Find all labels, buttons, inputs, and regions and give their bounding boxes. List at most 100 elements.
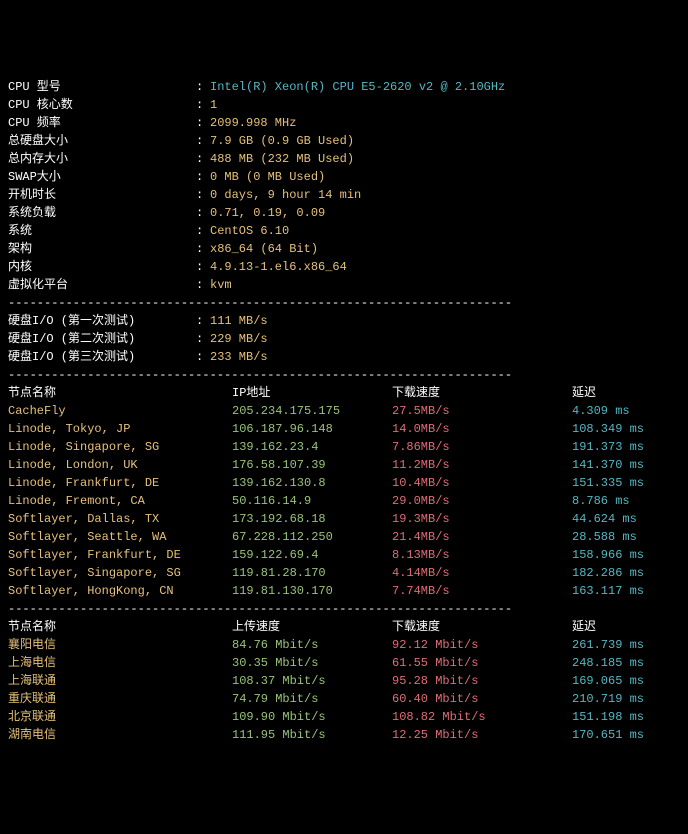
cn-latency: 170.651 ms [572,726,644,744]
spec-value: 4.9.13-1.el6.x86_64 [210,258,347,276]
terminal-row: 北京联通109.90 Mbit/s108.82 Mbit/s151.198 ms [8,708,680,726]
colon: : [196,168,210,186]
spec-label: 总内存大小 [8,150,196,168]
net-ip: 50.116.14.9 [232,492,392,510]
net-ip: 139.162.130.8 [232,474,392,492]
net-download: 27.5MB/s [392,402,572,420]
net-ip: 176.58.107.39 [232,456,392,474]
net-latency: 158.966 ms [572,546,644,564]
net-download: 29.0MB/s [392,492,572,510]
terminal-output: CPU 型号: Intel(R) Xeon(R) CPU E5-2620 v2 … [8,78,680,744]
terminal-row: 系统负载: 0.71, 0.19, 0.09 [8,204,680,222]
spec-value: Intel(R) Xeon(R) CPU E5-2620 v2 @ 2.10GH… [210,78,505,96]
colon: : [196,240,210,258]
terminal-row: 内核: 4.9.13-1.el6.x86_64 [8,258,680,276]
cn-download: 60.40 Mbit/s [392,690,572,708]
spec-value: 488 MB (232 MB Used) [210,150,354,168]
spec-value: 2099.998 MHz [210,114,296,132]
net-download: 10.4MB/s [392,474,572,492]
spec-label: 系统 [8,222,196,240]
cn-latency: 248.185 ms [572,654,644,672]
io-label: 硬盘I/O (第一次测试) [8,312,196,330]
net-ip: 119.81.130.170 [232,582,392,600]
net-node: Softlayer, Singapore, SG [8,564,232,582]
cn-node: 重庆联通 [8,690,232,708]
colon: : [196,132,210,150]
spec-value: 7.9 GB (0.9 GB Used) [210,132,354,150]
terminal-row: 总硬盘大小: 7.9 GB (0.9 GB Used) [8,132,680,150]
net-download: 8.13MB/s [392,546,572,564]
net-node: CacheFly [8,402,232,420]
terminal-row: 节点名称IP地址下载速度延迟 [8,384,680,402]
net-download: 7.86MB/s [392,438,572,456]
spec-value: x86_64 (64 Bit) [210,240,318,258]
terminal-row: 硬盘I/O (第一次测试): 111 MB/s [8,312,680,330]
spec-value: 1 [210,96,217,114]
cn-latency: 151.198 ms [572,708,644,726]
io-value: 111 MB/s [210,312,268,330]
net-download: 19.3MB/s [392,510,572,528]
net-ip: 67.228.112.250 [232,528,392,546]
terminal-row: Softlayer, Dallas, TX173.192.68.1819.3MB… [8,510,680,528]
colon: : [196,96,210,114]
divider: ----------------------------------------… [8,366,680,384]
spec-value: CentOS 6.10 [210,222,289,240]
cn-latency: 169.065 ms [572,672,644,690]
spec-label: 内核 [8,258,196,276]
colon: : [196,78,210,96]
net-latency: 151.335 ms [572,474,644,492]
spec-label: 开机时长 [8,186,196,204]
net-download: 21.4MB/s [392,528,572,546]
terminal-row: Linode, Singapore, SG139.162.23.47.86MB/… [8,438,680,456]
net-node: Linode, Singapore, SG [8,438,232,456]
terminal-row: CacheFly205.234.175.17527.5MB/s4.309 ms [8,402,680,420]
terminal-row: 系统: CentOS 6.10 [8,222,680,240]
io-label: 硬盘I/O (第二次测试) [8,330,196,348]
colon: : [196,312,210,330]
terminal-row: Linode, London, UK176.58.107.3911.2MB/s1… [8,456,680,474]
spec-label: CPU 频率 [8,114,196,132]
divider: ----------------------------------------… [8,294,680,312]
colon: : [196,276,210,294]
net-download: 14.0MB/s [392,420,572,438]
col-ip: IP地址 [232,384,392,402]
net-latency: 141.370 ms [572,456,644,474]
terminal-row: 节点名称上传速度下载速度延迟 [8,618,680,636]
colon: : [196,348,210,366]
spec-label: 总硬盘大小 [8,132,196,150]
terminal-row: Linode, Fremont, CA50.116.14.929.0MB/s8.… [8,492,680,510]
net-latency: 4.309 ms [572,402,630,420]
terminal-row: Softlayer, Frankfurt, DE159.122.69.48.13… [8,546,680,564]
net-ip: 106.187.96.148 [232,420,392,438]
terminal-row: 重庆联通74.79 Mbit/s60.40 Mbit/s210.719 ms [8,690,680,708]
terminal-row: CPU 频率: 2099.998 MHz [8,114,680,132]
net-node: Softlayer, Dallas, TX [8,510,232,528]
cn-node: 上海电信 [8,654,232,672]
terminal-row: 上海电信30.35 Mbit/s61.55 Mbit/s248.185 ms [8,654,680,672]
cn-upload: 74.79 Mbit/s [232,690,392,708]
net-ip: 173.192.68.18 [232,510,392,528]
io-label: 硬盘I/O (第三次测试) [8,348,196,366]
terminal-row: 总内存大小: 488 MB (232 MB Used) [8,150,680,168]
spec-value: 0 days, 9 hour 14 min [210,186,361,204]
spec-value: kvm [210,276,232,294]
terminal-row: SWAP大小: 0 MB (0 MB Used) [8,168,680,186]
colon: : [196,258,210,276]
terminal-row: 开机时长: 0 days, 9 hour 14 min [8,186,680,204]
cn-node: 北京联通 [8,708,232,726]
io-value: 233 MB/s [210,348,268,366]
net-ip: 205.234.175.175 [232,402,392,420]
cn-upload: 109.90 Mbit/s [232,708,392,726]
col-latency: 延迟 [572,384,596,402]
terminal-row: 架构: x86_64 (64 Bit) [8,240,680,258]
cn-download: 108.82 Mbit/s [392,708,572,726]
terminal-row: 湖南电信111.95 Mbit/s12.25 Mbit/s170.651 ms [8,726,680,744]
colon: : [196,204,210,222]
net-node: Linode, London, UK [8,456,232,474]
col-download: 下载速度 [392,618,572,636]
col-node: 节点名称 [8,618,232,636]
spec-label: CPU 型号 [8,78,196,96]
terminal-row: 硬盘I/O (第二次测试): 229 MB/s [8,330,680,348]
net-latency: 182.286 ms [572,564,644,582]
col-download: 下载速度 [392,384,572,402]
